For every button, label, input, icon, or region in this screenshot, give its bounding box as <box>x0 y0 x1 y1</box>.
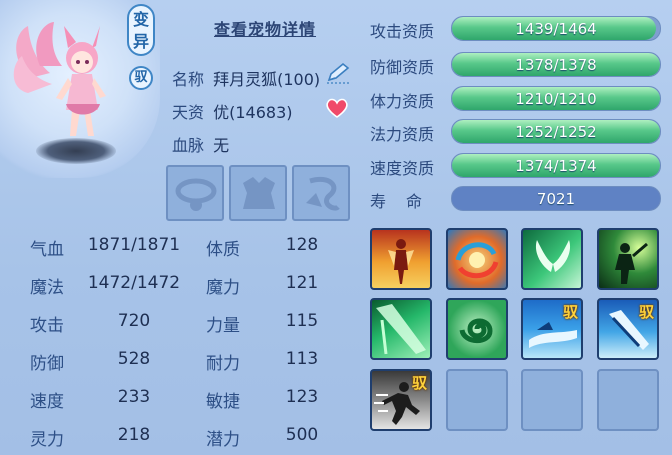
skill-slot-8[interactable]: 驭 <box>597 298 659 360</box>
skill-slot-7[interactable]: 驭 <box>521 298 583 360</box>
pet-name-label: 名称 <box>172 70 205 89</box>
skill-slot-1[interactable] <box>370 228 432 290</box>
view-pet-details-link[interactable]: 查看宠物详情 <box>214 16 316 40</box>
skill-slot-6[interactable] <box>446 298 508 360</box>
stat-mp-value: 1472/1472 <box>87 273 181 293</box>
ride-skill-badge: 驭 <box>638 303 654 321</box>
armor-icon <box>243 177 275 209</box>
elemental-orb-skill-icon <box>455 242 499 279</box>
ride-tag: 驭 <box>129 66 153 90</box>
skill-slot-5[interactable] <box>370 298 432 360</box>
aptitude-speed-bar: 1374/1374 <box>451 153 661 178</box>
aptitude-stamina-label: 体力资质 <box>370 92 435 111</box>
skill-slot-4[interactable] <box>597 228 659 290</box>
stat-con-label: 体质 <box>206 240 240 260</box>
aptitude-defense-value: 1378/1378 <box>515 56 597 74</box>
collar-icon <box>175 178 217 211</box>
wind-wings-skill-icon <box>535 240 571 272</box>
stat-mag-label: 魔力 <box>206 278 240 298</box>
ride-skill-badge: 驭 <box>562 303 578 321</box>
aptitude-attack-label: 攻击资质 <box>370 22 435 41</box>
stat-agi-label: 敏捷 <box>206 392 240 412</box>
lifespan-bar: 7021 <box>451 186 661 211</box>
stat-hp-label: 气血 <box>30 240 64 260</box>
stat-str-label: 力量 <box>206 316 240 336</box>
stat-spd-label: 速度 <box>30 392 64 412</box>
stat-def-value: 528 <box>117 349 151 369</box>
aptitude-stamina-bar: 1210/1210 <box>451 86 661 111</box>
aptitude-speed-label: 速度资质 <box>370 159 435 178</box>
aptitude-defense-label: 防御资质 <box>370 58 435 77</box>
pet-bloodline-value: 无 <box>213 136 230 155</box>
pet-talent-value: 优(14683) <box>213 103 293 122</box>
fox-spirit-pet-image <box>13 22 106 136</box>
aptitude-mana-value: 1252/1252 <box>515 123 597 141</box>
skill-slot-11-empty[interactable] <box>521 369 583 431</box>
stat-agi-value: 123 <box>285 387 319 407</box>
stat-pot-label: 潜力 <box>206 430 240 450</box>
stat-def-label: 防御 <box>30 354 64 374</box>
lifespan-label: 寿 命 <box>370 192 425 211</box>
rename-pen-icon[interactable] <box>325 62 351 84</box>
pet-info-panel: 变异 驭 查看宠物详情 名称 拜月灵狐(100) 天资 优(14683) 血脉 … <box>0 0 672 455</box>
stat-spi-value: 218 <box>117 425 151 445</box>
stat-pot-value: 500 <box>285 425 319 445</box>
skill-slot-3[interactable] <box>521 228 583 290</box>
aptitude-mana-bar: 1252/1252 <box>451 119 661 144</box>
equipment-slot-armor[interactable] <box>229 165 287 221</box>
green-slash-skill-icon <box>376 304 426 355</box>
aptitude-stamina-value: 1210/1210 <box>515 90 597 108</box>
favorite-heart-icon[interactable] <box>325 97 349 119</box>
skill-slot-12-empty[interactable] <box>597 369 659 431</box>
spiral-skill-icon <box>459 318 493 344</box>
stat-mp-label: 魔法 <box>30 278 64 298</box>
pet-name-row: 名称 拜月灵狐(100) <box>172 66 320 90</box>
pet-bloodline-row: 血脉 无 <box>172 132 229 156</box>
pet-talent-label: 天资 <box>172 103 205 122</box>
aptitude-mana-label: 法力资质 <box>370 125 435 144</box>
stat-mag-value: 121 <box>285 273 319 293</box>
equipment-slot-collar[interactable] <box>166 165 224 221</box>
stat-hp-value: 1871/1871 <box>87 235 181 255</box>
lifespan-value: 7021 <box>536 190 576 208</box>
equipment-slot-amulet[interactable] <box>292 165 350 221</box>
aptitude-defense-bar: 1378/1378 <box>451 52 661 77</box>
power-surge-skill-icon <box>388 239 414 284</box>
amulet-icon <box>306 177 340 211</box>
aptitude-attack-value: 1439/1464 <box>515 20 597 38</box>
ride-skill-badge: 驭 <box>411 374 427 392</box>
pet-bloodline-label: 血脉 <box>172 136 205 155</box>
stat-spd-value: 233 <box>117 387 151 407</box>
pet-name-value: 拜月灵狐(100) <box>213 70 321 89</box>
skill-slot-10-empty[interactable] <box>446 369 508 431</box>
variant-tag: 变异 <box>127 4 155 56</box>
stat-str-value: 115 <box>285 311 319 331</box>
stat-end-value: 113 <box>285 349 319 369</box>
aptitude-speed-value: 1374/1374 <box>515 157 597 175</box>
stat-con-value: 128 <box>285 235 319 255</box>
stat-atk-value: 720 <box>117 311 151 331</box>
skill-slot-9[interactable]: 驭 <box>370 369 432 431</box>
aptitude-attack-bar: 1439/1464 <box>451 16 661 41</box>
pet-talent-row: 天资 优(14683) <box>172 99 293 123</box>
stat-atk-label: 攻击 <box>30 316 64 336</box>
shadow-warrior-skill-icon <box>615 242 648 284</box>
stat-spi-label: 灵力 <box>30 430 64 450</box>
skill-slot-2[interactable] <box>446 228 508 290</box>
stat-end-label: 耐力 <box>206 354 240 374</box>
